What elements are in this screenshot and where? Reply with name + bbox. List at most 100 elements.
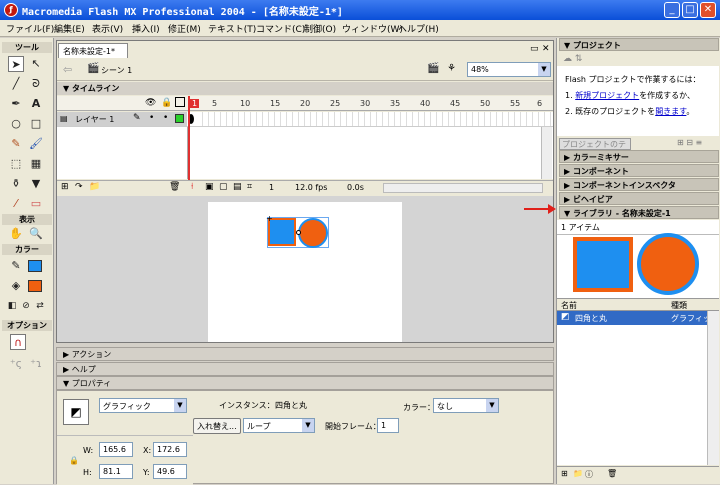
project-toolbar-icon[interactable]: ☁ ⇅ xyxy=(563,54,582,64)
library-item-row[interactable]: ◩ 四角と丸 グラフィック xyxy=(557,311,707,325)
onion-outline-icon[interactable]: ▢ xyxy=(219,182,228,192)
paint-bucket-tool-icon[interactable]: ▼ xyxy=(28,176,44,192)
menu-text[interactable]: テキスト(T) xyxy=(208,22,256,35)
swap-colors-icon[interactable]: ⇄ xyxy=(32,298,48,314)
new-symbol-icon[interactable]: ⊞ xyxy=(561,469,568,478)
components-header[interactable]: ▶ コンポーネント xyxy=(559,164,719,177)
stroke-color-icon[interactable]: ✎ xyxy=(8,258,24,274)
project-panel-header[interactable]: ▼ プロジェクト xyxy=(559,38,719,51)
smooth-icon[interactable]: ⁺ς xyxy=(8,356,24,372)
edit-symbol-icon[interactable]: ⚘ xyxy=(447,63,456,74)
properties-panel-header[interactable]: ▼ プロパティ xyxy=(56,376,554,390)
timeline-hscroll[interactable] xyxy=(383,183,543,193)
brush-tool-icon[interactable]: 🖌 xyxy=(28,136,44,152)
menu-help[interactable]: ヘルプ(H) xyxy=(398,22,439,35)
free-transform-tool-icon[interactable]: ⬚ xyxy=(8,156,24,172)
properties-icon[interactable]: ⓘ xyxy=(585,469,593,480)
add-folder-icon[interactable]: 📁 xyxy=(89,182,100,192)
hand-tool-icon[interactable]: ✋ xyxy=(8,226,24,242)
oval-tool-icon[interactable]: ○ xyxy=(8,116,24,132)
lock-dot[interactable]: • xyxy=(163,113,168,123)
width-field[interactable]: 165.6 xyxy=(99,442,133,457)
edit-scene-icon[interactable]: 🎬 xyxy=(427,63,439,74)
eraser-tool-icon[interactable]: ▭ xyxy=(28,196,44,212)
column-kind[interactable]: 種類 xyxy=(671,300,687,311)
edit-multiple-icon[interactable]: ▤ xyxy=(233,182,242,192)
open-project-link[interactable]: 開きます xyxy=(655,107,686,116)
onion-markers-icon[interactable]: ⌗ xyxy=(247,182,252,192)
column-name[interactable]: 名前 xyxy=(561,300,577,311)
ink-bottle-tool-icon[interactable]: ⚱ xyxy=(8,176,24,192)
delete-item-icon[interactable]: 🗑 xyxy=(607,469,617,478)
color-mixer-header[interactable]: ▶ カラーミキサー xyxy=(559,150,719,163)
first-frame-field[interactable]: 1 xyxy=(377,418,399,433)
color-effect-select[interactable]: なし ▼ xyxy=(433,398,499,413)
project-actions-icon[interactable]: ⊞ ⊟ ≡ xyxy=(677,138,702,147)
eye-icon[interactable]: 👁 xyxy=(145,98,156,108)
menu-commands[interactable]: コマンド(C) xyxy=(256,22,305,35)
behaviors-header[interactable]: ▶ ビヘイビア xyxy=(559,192,719,205)
menu-file[interactable]: ファイル(F) xyxy=(6,22,54,35)
timeline-frame-ruler[interactable]: 👁 🔒 1 5 10 15 20 25 30 35 40 45 50 55 6 xyxy=(57,96,553,111)
help-panel-header[interactable]: ▶ ヘルプ xyxy=(56,362,554,376)
lock-icon[interactable]: 🔒 xyxy=(161,98,172,108)
pencil-tool-icon[interactable]: ✎ xyxy=(8,136,24,152)
actions-panel-header[interactable]: ▶ アクション xyxy=(56,347,554,361)
arrow-tool-icon[interactable]: ➤ xyxy=(8,56,24,72)
menu-modify[interactable]: 修正(M) xyxy=(168,22,201,35)
menu-control[interactable]: 制御(O) xyxy=(304,22,336,35)
zoom-select[interactable]: 48% ▼ xyxy=(467,62,551,77)
outline-color-swatch[interactable] xyxy=(175,114,184,123)
stroke-color-swatch[interactable] xyxy=(28,260,42,272)
transform-center[interactable] xyxy=(296,230,301,235)
flash-app-icon[interactable]: ƒ xyxy=(4,3,18,17)
subselect-tool-icon[interactable]: ↖ xyxy=(28,56,44,72)
menu-edit[interactable]: 編集(E) xyxy=(54,22,85,35)
text-tool-icon[interactable]: A xyxy=(28,96,44,112)
timeline-header[interactable]: ▼ タイムライン xyxy=(57,82,553,95)
fill-transform-tool-icon[interactable]: ▦ xyxy=(28,156,44,172)
outline-icon[interactable] xyxy=(175,97,185,107)
timeline-layer-row[interactable]: ▤ レイヤー 1 ✎ • • xyxy=(57,112,553,127)
x-field[interactable]: 172.6 xyxy=(153,442,187,457)
lock-aspect-icon[interactable]: 🔒 xyxy=(69,456,79,465)
fill-color-icon[interactable]: ◈ xyxy=(8,278,24,294)
y-field[interactable]: 49.6 xyxy=(153,464,187,479)
symbol-behavior-select[interactable]: グラフィック ▼ xyxy=(99,398,187,413)
library-vscroll[interactable] xyxy=(707,311,719,465)
add-guide-icon[interactable]: ↷ xyxy=(75,182,83,192)
loop-select[interactable]: ループ ▼ xyxy=(243,418,315,433)
center-frame-icon[interactable]: ⍿ xyxy=(191,182,193,192)
playhead[interactable] xyxy=(188,96,190,192)
lasso-tool-icon[interactable]: ᘐ xyxy=(28,76,44,92)
timeline-vscroll[interactable] xyxy=(541,127,552,179)
zoom-tool-icon[interactable]: 🔍 xyxy=(28,226,44,242)
pen-tool-icon[interactable]: ✒ xyxy=(8,96,24,112)
restore-doc-icon[interactable]: ▭ xyxy=(530,44,539,54)
new-project-link[interactable]: 新規プロジェクト xyxy=(575,91,639,100)
tab-document[interactable]: 名称未設定-1* xyxy=(58,43,128,58)
back-arrow-icon[interactable]: ⇦ xyxy=(63,63,72,76)
line-tool-icon[interactable]: ╱ xyxy=(8,76,24,92)
onion-skin-icon[interactable]: ▣ xyxy=(205,182,214,192)
new-folder-icon[interactable]: 📁 xyxy=(573,469,583,478)
frame-cells[interactable] xyxy=(197,112,553,126)
close-doc-icon[interactable]: ✕ xyxy=(542,44,550,54)
menu-window[interactable]: ウィンドウ(W) xyxy=(342,22,403,35)
menu-insert[interactable]: 挿入(I) xyxy=(132,22,160,35)
straighten-icon[interactable]: ⁺ɿ xyxy=(28,356,44,372)
height-field[interactable]: 81.1 xyxy=(99,464,133,479)
menu-view[interactable]: 表示(V) xyxy=(92,22,123,35)
library-header[interactable]: ▼ ライブラリ - 名称未設定-1 xyxy=(559,206,719,219)
snap-magnet-icon[interactable]: ∩ xyxy=(10,334,26,350)
visibility-dot[interactable]: • xyxy=(149,113,154,123)
fill-color-swatch[interactable] xyxy=(28,280,42,292)
rectangle-tool-icon[interactable]: □ xyxy=(28,116,44,132)
swap-symbol-button[interactable]: 入れ替え... xyxy=(193,418,241,434)
component-inspector-header[interactable]: ▶ コンポーネントインスペクタ xyxy=(559,178,719,191)
layer-name-cell[interactable]: ▤ レイヤー 1 ✎ • • xyxy=(57,112,187,126)
minimize-button[interactable]: _ xyxy=(664,2,680,18)
delete-layer-icon[interactable]: 🗑 xyxy=(169,182,180,192)
eyedropper-tool-icon[interactable]: ⁄ xyxy=(8,196,24,212)
orange-circle-shape[interactable] xyxy=(298,218,328,248)
